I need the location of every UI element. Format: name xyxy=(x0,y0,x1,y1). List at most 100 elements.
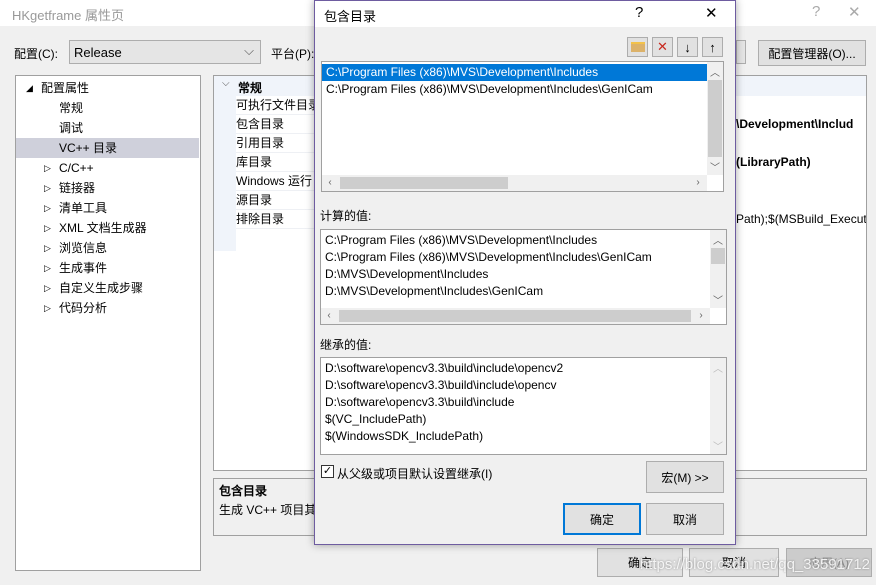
property-name[interactable]: Windows 运行 xyxy=(236,172,326,191)
dialog-help-button[interactable]: ? xyxy=(635,4,643,21)
expand-triangle-icon[interactable]: ▷ xyxy=(44,178,51,198)
list-item[interactable]: C:\Program Files (x86)\MVS\Development\I… xyxy=(322,81,707,98)
delete-icon: ✕ xyxy=(657,39,668,54)
inherited-label: 继承的值: xyxy=(320,338,372,352)
expand-triangle-icon[interactable]: ▷ xyxy=(44,278,51,298)
dialog-close-button[interactable]: ✕ xyxy=(705,4,718,22)
close-button[interactable]: ✕ xyxy=(848,3,861,21)
list-item[interactable]: C:\Program Files (x86)\MVS\Development\I… xyxy=(322,64,707,81)
description-title: 包含目录 xyxy=(219,484,268,498)
tree-item[interactable]: 调试 xyxy=(16,118,199,138)
computed-vscroll[interactable]: ︿ ﹀ xyxy=(710,230,726,308)
property-value[interactable]: (LibraryPath) xyxy=(736,153,866,172)
tree-item[interactable]: ▷ C/C++ xyxy=(16,158,199,178)
move-up-button[interactable]: ↑ xyxy=(702,37,723,57)
macro-button[interactable]: 宏(M) >> xyxy=(646,461,724,493)
grid-section: 常规 xyxy=(238,81,263,95)
tree-panel: ◢ 配置属性 常规 调试 VC++ 目录 ▷ C/C++ ▷ 链接器 ▷ 清单工具 ▷ XML 文档… xyxy=(15,75,201,571)
dialog-cancel-button[interactable]: 取消 xyxy=(646,503,724,535)
property-value[interactable] xyxy=(736,134,866,153)
scroll-right-icon[interactable]: › xyxy=(693,310,709,321)
config-label: 配置(C): xyxy=(14,47,58,61)
computed-label: 计算的值: xyxy=(320,209,372,223)
tree-item[interactable]: VC++ 目录 xyxy=(16,138,199,158)
property-name[interactable]: 源目录 xyxy=(236,191,326,210)
expand-triangle-icon[interactable]: ▷ xyxy=(44,258,51,278)
inherited-list: D:\software\opencv3.3\build\include\open… xyxy=(320,357,727,455)
scroll-up-icon[interactable]: ︿ xyxy=(707,64,723,79)
tree-item[interactable]: ▷ 生成事件 xyxy=(16,258,199,278)
tree-item[interactable]: ▷ XML 文档生成器 xyxy=(16,218,199,238)
dialog-ok-button[interactable]: 确定 xyxy=(563,503,641,535)
inherit-checkbox-label[interactable]: 从父级或项目默认设置继承(I) xyxy=(337,465,492,482)
scroll-left-icon[interactable]: ‹ xyxy=(321,310,337,321)
tree-item[interactable]: ▷ 浏览信息 xyxy=(16,238,199,258)
include-dirs-dialog: 包含目录 ? ✕ ✕ ↓ ↑ C:\Program Files (x86)\MV… xyxy=(314,0,736,545)
scroll-up-icon[interactable]: ︿ xyxy=(710,360,726,375)
scroll-down-icon[interactable]: ﹀ xyxy=(710,292,726,307)
expand-triangle-icon[interactable]: ▷ xyxy=(44,218,51,238)
chevron-down-icon: ⌵ xyxy=(244,43,254,58)
entries-hscroll[interactable]: ‹ › xyxy=(322,175,707,191)
list-item: D:\MVS\Development\Includes\GenICam xyxy=(325,284,544,298)
scroll-right-icon[interactable]: › xyxy=(690,177,706,188)
delete-button[interactable]: ✕ xyxy=(652,37,673,57)
list-item: $(WindowsSDK_IncludePath) xyxy=(325,429,484,443)
scroll-down-icon[interactable]: ﹀ xyxy=(707,159,723,174)
window-title: HKgetframe 属性页 xyxy=(12,8,124,23)
config-dropdown[interactable]: Release ⌵ xyxy=(69,40,261,64)
tree-root[interactable]: ◢ 配置属性 xyxy=(16,78,199,98)
platform-label: 平台(P): xyxy=(271,47,315,61)
entries-list[interactable]: C:\Program Files (x86)\MVS\Development\I… xyxy=(321,61,724,192)
expand-triangle-icon[interactable]: ▷ xyxy=(44,158,51,178)
list-item: C:\Program Files (x86)\MVS\Development\I… xyxy=(325,250,652,264)
list-item: D:\software\opencv3.3\build\include\open… xyxy=(325,378,557,392)
computed-list: C:\Program Files (x86)\MVS\Development\I… xyxy=(320,229,727,325)
property-name[interactable]: 包含目录 xyxy=(236,115,326,134)
property-value[interactable]: \Development\Includ xyxy=(736,115,866,134)
inherited-vscroll[interactable]: ︿ ﹀ xyxy=(710,358,726,454)
list-item: D:\MVS\Development\Includes xyxy=(325,267,489,281)
tree-item[interactable]: ▷ 代码分析 xyxy=(16,298,199,318)
config-value: Release xyxy=(74,45,122,60)
watermark: https://blog.csdn.net/qq_33591712 xyxy=(639,556,870,573)
tree-item[interactable]: ▷ 自定义生成步骤 xyxy=(16,278,199,298)
property-name[interactable]: 库目录 xyxy=(236,153,326,172)
move-down-icon: ↓ xyxy=(684,39,691,55)
property-value[interactable] xyxy=(736,172,866,191)
new-folder-button[interactable] xyxy=(627,37,648,57)
inherit-checkbox[interactable]: ✓ xyxy=(321,465,334,478)
property-value[interactable]: Path);$(MSBuild_Executa xyxy=(736,210,866,229)
property-name[interactable]: 引用目录 xyxy=(236,134,326,153)
property-name[interactable]: 可执行文件目录 xyxy=(236,96,326,115)
dialog-title: 包含目录 xyxy=(324,9,377,24)
scroll-left-icon[interactable]: ‹ xyxy=(322,177,338,188)
move-down-button[interactable]: ↓ xyxy=(677,37,698,57)
expand-triangle-icon[interactable]: ▷ xyxy=(44,298,51,318)
list-item: $(VC_IncludePath) xyxy=(325,412,427,426)
tree-item[interactable]: ▷ 链接器 xyxy=(16,178,199,198)
property-value[interactable] xyxy=(736,96,866,115)
computed-hscroll[interactable]: ‹ › xyxy=(321,308,710,324)
tree-item[interactable]: ▷ 清单工具 xyxy=(16,198,199,218)
entries-vscroll[interactable]: ︿ ﹀ xyxy=(707,62,723,175)
list-item: C:\Program Files (x86)\MVS\Development\I… xyxy=(325,233,598,247)
expanded-triangle-icon: ◢ xyxy=(26,83,33,93)
property-name[interactable]: 排除目录 xyxy=(236,210,326,229)
description-text: 生成 VC++ 项目其 xyxy=(219,503,317,517)
new-folder-icon xyxy=(630,42,645,52)
collapse-chevron-icon[interactable]: ⌵ xyxy=(222,78,230,89)
property-value[interactable] xyxy=(736,191,866,210)
move-up-icon: ↑ xyxy=(709,39,716,55)
tree-item[interactable]: 常规 xyxy=(16,98,199,118)
help-button[interactable]: ? xyxy=(812,3,820,20)
expand-triangle-icon[interactable]: ▷ xyxy=(44,238,51,258)
list-item: D:\software\opencv3.3\build\include xyxy=(325,395,515,409)
scroll-up-icon[interactable]: ︿ xyxy=(710,232,726,247)
dialog-title-bar xyxy=(315,1,735,27)
config-manager-button[interactable]: 配置管理器(O)... xyxy=(758,40,866,66)
platform-dropdown[interactable] xyxy=(736,40,746,64)
expand-triangle-icon[interactable]: ▷ xyxy=(44,198,51,218)
scroll-down-icon[interactable]: ﹀ xyxy=(710,438,726,453)
list-item: D:\software\opencv3.3\build\include\open… xyxy=(325,361,564,375)
